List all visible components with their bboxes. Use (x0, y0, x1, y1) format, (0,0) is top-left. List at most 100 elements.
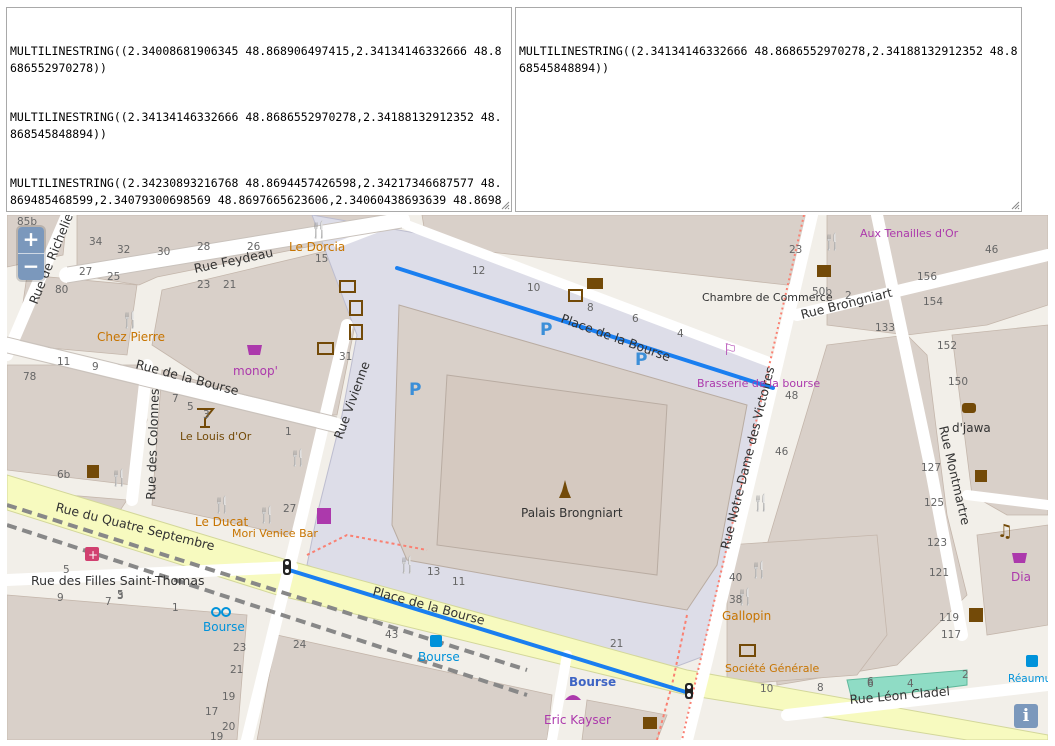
house-number: 5 (117, 589, 124, 601)
map-canvas[interactable]: P P P Rue Feydeau Rue de la Bourse Rue V… (7, 215, 1048, 740)
house-number: 123 (927, 537, 947, 549)
poi-label-louis-dor: Le Louis d'Or (180, 430, 252, 443)
resize-handle-icon[interactable] (501, 201, 510, 210)
zoom-control: + − (18, 227, 44, 280)
house-number: 7 (105, 596, 112, 608)
house-number: 12 (472, 265, 485, 277)
wkt-line: MULTILINESTRING((2.34134146332666 48.868… (519, 44, 1018, 75)
house-number: 150 (948, 376, 968, 388)
house-number: 34 (89, 236, 103, 248)
house-number: 23 (233, 642, 246, 654)
house-number: 38 (729, 594, 742, 606)
house-number: 9 (92, 361, 99, 373)
traffic-signal-icon (685, 683, 693, 699)
wkt-input-right[interactable]: MULTILINESTRING((2.34134146332666 48.868… (515, 7, 1022, 212)
house-number: 1 (285, 426, 292, 438)
poi-label-kayser: Eric Kayser (544, 713, 611, 727)
house-number: 133 (875, 322, 895, 334)
house-number: 21 (230, 664, 243, 676)
poi-label-bourse-bus: Bourse (418, 650, 460, 664)
zoom-out-button[interactable]: − (18, 253, 44, 280)
theatre-icon: ⚐ (723, 340, 737, 359)
house-number: 10 (760, 683, 773, 695)
poi-label-bourse-bike: Bourse (203, 620, 245, 634)
pharmacy-icon: + (85, 547, 99, 562)
map-view[interactable]: P P P Rue Feydeau Rue de la Bourse Rue V… (7, 215, 1048, 740)
music-icon: ♫ (997, 521, 1013, 542)
house-number: 4 (907, 678, 914, 690)
house-number: 31 (339, 351, 352, 363)
house-number: 43 (385, 629, 398, 641)
wkt-line: MULTILINESTRING((2.34134146332666 48.868… (10, 110, 502, 141)
poi-label-dorcia: Le Dorcia (289, 240, 345, 254)
house-number: 11 (452, 576, 465, 588)
house-number: 30 (157, 246, 170, 258)
house-number: 6 (632, 313, 639, 325)
shop-icon (1012, 553, 1027, 563)
poi-label-societe: Société Générale (725, 662, 820, 675)
wkt-input-left[interactable]: MULTILINESTRING((2.34008681906345 48.868… (6, 7, 512, 212)
zoom-in-button[interactable]: + (18, 227, 44, 253)
house-number: 9 (57, 592, 64, 604)
house-number: 24 (293, 639, 307, 651)
house-number: 156 (917, 271, 937, 283)
poi-label-mori: Mori Venice Bar (232, 527, 318, 540)
resize-handle-icon[interactable] (1011, 201, 1020, 210)
cafe-icon (643, 717, 657, 729)
house-number: 121 (929, 567, 949, 579)
house-number: 2 (845, 290, 852, 302)
restaurant-icon: 🍴 (751, 493, 771, 512)
poi-label-djawa: d'jawa (952, 421, 991, 435)
house-number: 19 (210, 731, 223, 740)
cafe-icon (87, 465, 99, 478)
parking-icon: P (540, 320, 552, 340)
house-number: 119 (939, 612, 959, 624)
house-number: 3 (203, 409, 210, 421)
house-number: 5 (63, 564, 70, 576)
house-number: 1 (172, 602, 179, 614)
traffic-signal-icon (283, 559, 291, 575)
house-number: 32 (117, 244, 130, 256)
parking-icon: P (409, 380, 421, 400)
library-icon (317, 508, 331, 524)
bookmaker-icon (975, 470, 987, 482)
house-number: 15 (315, 253, 328, 265)
svg-text:♫: ♫ (997, 521, 1013, 542)
info-button[interactable]: i (1014, 704, 1038, 728)
house-number: 5 (187, 401, 194, 413)
house-number: 10 (527, 282, 540, 294)
house-number: 21 (223, 279, 236, 291)
street-label-filles-st-thomas: Rue des Filles Saint-Thomas (31, 573, 205, 588)
restaurant-icon: 🍴 (822, 232, 842, 251)
house-number: 19 (222, 691, 235, 703)
house-number: 46 (985, 244, 999, 256)
house-number: 20 (222, 721, 235, 733)
poi-label-tenailles: Aux Tenailles d'Or (860, 227, 959, 240)
house-number: 78 (23, 371, 36, 383)
house-number: 28 (197, 241, 210, 253)
poi-label-brasserie: Brasserie de la bourse (697, 377, 820, 390)
wkt-line: MULTILINESTRING((2.34008681906345 48.868… (10, 44, 502, 75)
house-number: 152 (937, 340, 957, 352)
wkt-line: MULTILINESTRING((2.34230893216768 48.869… (10, 176, 502, 211)
restaurant-icon: 🍴 (397, 555, 417, 574)
restaurant-icon: 🍴 (288, 448, 308, 467)
house-number: 13 (427, 566, 440, 578)
house-number: 27 (79, 266, 92, 278)
poi-label-monop: monop' (233, 364, 278, 378)
restaurant-icon: 🍴 (212, 495, 232, 514)
house-number: 50b (812, 286, 832, 298)
house-number: 8 (817, 682, 824, 694)
burger-icon (962, 403, 976, 413)
restaurant-icon: 🍴 (109, 468, 129, 487)
house-number: 117 (941, 629, 961, 641)
house-number: 46 (775, 446, 789, 458)
poi-label-gallopin: Gallopin (722, 609, 771, 623)
toilets-icon (969, 608, 983, 622)
house-number: 8 (587, 302, 594, 314)
restaurant-icon: 🍴 (257, 505, 277, 524)
house-number: 2 (962, 669, 969, 681)
poi-label-reaumur: Réaumur - Montmartre (1008, 673, 1048, 685)
bus-stop-icon (430, 635, 442, 647)
house-number: 80 (55, 284, 68, 296)
